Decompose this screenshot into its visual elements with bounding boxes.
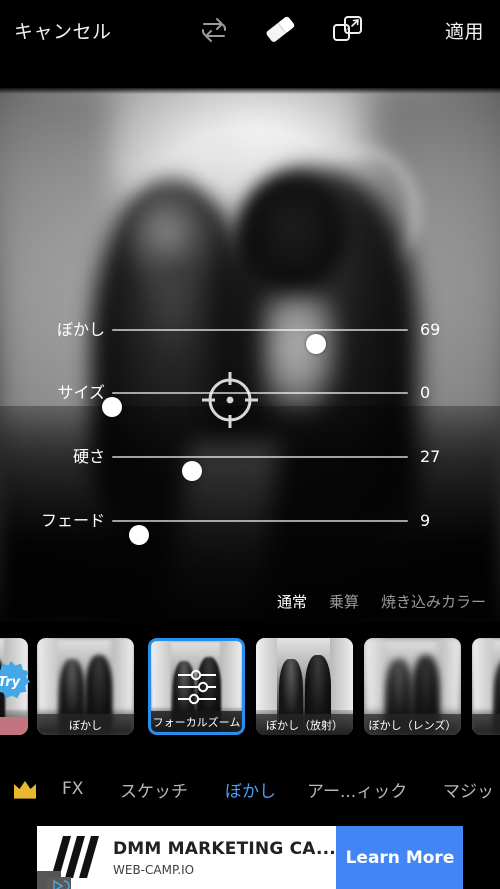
thumbnail-item[interactable]: ぼかし [37, 638, 134, 735]
thumbnail-color-bar [0, 717, 28, 735]
slider-label: フェード [40, 511, 105, 530]
effect-thumbnail-strip[interactable]: Try ぼかし フォーカルズーム ぼかし（放射） ぼかし（レンズ） [0, 624, 500, 756]
slider-panel: ぼかし 69 サイズ 0 硬さ 27 フェード 9 [0, 88, 500, 622]
slider-value: 9 [420, 511, 431, 530]
ad-title: DMM MARKETING CA... [113, 838, 336, 859]
thumbnail-item[interactable]: ぼ [472, 638, 500, 735]
mask-layers-icon[interactable] [330, 12, 366, 46]
slider-track[interactable] [102, 392, 408, 417]
category-tab-blur[interactable]: ぼかし [225, 777, 276, 802]
blend-mode-color-burn[interactable]: 焼き込みカラー [381, 591, 486, 612]
thumbnail-item[interactable]: ぼかし（放射） [256, 638, 353, 735]
slider-knob[interactable] [181, 461, 202, 481]
ad-logo [37, 826, 109, 889]
ad-learn-more-button[interactable]: Learn More [335, 826, 463, 889]
thumbnail-caption: ぼかし（放射） [256, 714, 353, 735]
thumbnail-caption: ぼかし [37, 714, 134, 735]
ad-banner[interactable]: DMM MARKETING CA... WEB-CAMP.IO Learn Mo… [37, 826, 463, 889]
crown-icon[interactable] [12, 778, 38, 800]
thumbnail-caption: ぼかし（レンズ） [364, 714, 461, 735]
adchoices-icon[interactable] [37, 871, 71, 889]
category-tab-bar[interactable]: FX スケッチ ぼかし アー...ィック マジッ [0, 760, 500, 818]
thumbnail-caption: フォーカルズーム [151, 711, 242, 732]
category-tab-magic[interactable]: マジッ [443, 777, 494, 802]
slider-value: 69 [420, 320, 441, 339]
slider-row-size[interactable]: サイズ 0 [0, 378, 500, 417]
slider-knob[interactable] [102, 397, 122, 417]
slider-row-hardness[interactable]: 硬さ 27 [0, 442, 500, 481]
slider-track[interactable] [112, 520, 408, 545]
try-badge[interactable]: Try [0, 660, 32, 704]
blend-mode-tabs: 通常 乗算 焼き込みカラー [0, 585, 500, 617]
category-tab-fx[interactable]: FX [62, 779, 83, 799]
category-tab-artistic[interactable]: アー...ィック [307, 777, 407, 802]
slider-label: ぼかし [56, 320, 105, 339]
slider-value: 0 [420, 383, 431, 402]
slider-row-fade[interactable]: フェード 9 [0, 506, 500, 545]
thumbnail-caption: ぼ [472, 714, 500, 735]
slider-track[interactable] [112, 456, 408, 481]
apply-button[interactable]: 適用 [445, 17, 484, 44]
blend-mode-multiply[interactable]: 乗算 [329, 591, 359, 612]
slider-label: サイズ [57, 383, 105, 402]
blend-mode-normal[interactable]: 通常 [277, 591, 307, 612]
slider-value: 27 [420, 447, 441, 466]
ad-url: WEB-CAMP.IO [113, 862, 195, 877]
slider-label: 硬さ [72, 447, 105, 466]
slider-row-blur[interactable]: ぼかし 69 [0, 315, 500, 354]
loop-arrows-icon[interactable] [196, 12, 232, 46]
svg-text:Try: Try [0, 675, 21, 690]
slider-knob[interactable] [128, 525, 149, 545]
slider-track[interactable] [112, 329, 408, 354]
thumbnail-item-selected[interactable]: フォーカルズーム [148, 638, 245, 735]
ad-text-block: DMM MARKETING CA... WEB-CAMP.IO [109, 826, 336, 889]
thumbnail-item[interactable]: ぼかし（レンズ） [364, 638, 461, 735]
photo-editor-screen: キャンセル 適用 ぼかし 69 サイズ 0 硬さ 27 フェード 9 通常 乗算… [0, 0, 500, 889]
slider-knob[interactable] [306, 334, 327, 354]
cancel-button[interactable]: キャンセル [14, 17, 112, 44]
sliders-adjust-icon [174, 667, 220, 707]
top-toolbar: キャンセル 適用 [0, 0, 500, 58]
category-tab-sketch[interactable]: スケッチ [120, 777, 188, 802]
eraser-icon[interactable] [262, 12, 298, 46]
